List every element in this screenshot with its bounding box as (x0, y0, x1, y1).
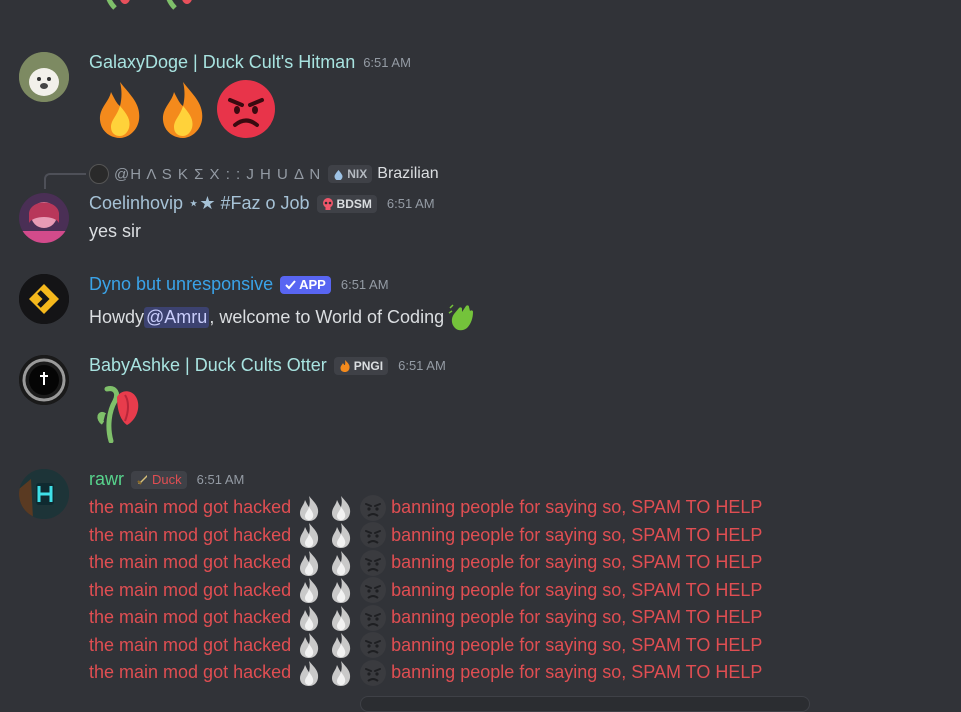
spam-text-part: the main mod got hacked (89, 497, 292, 517)
username[interactable]: Dyno but unresponsive (89, 274, 273, 295)
role-tag: BDSM (316, 194, 377, 213)
fire-emoji-icon (300, 523, 319, 548)
fire-emoji-icon (332, 660, 351, 686)
spam-text-part: the main mod got hacked (89, 607, 292, 627)
drop-icon (334, 169, 343, 180)
angry-face-emoji-icon (360, 577, 387, 603)
reply-role-tag: NIX (328, 165, 373, 183)
angry-face-emoji-icon (360, 549, 387, 576)
spam-text-part: the main mod got hacked (89, 634, 292, 655)
fire-emoji-icon (332, 495, 351, 521)
angry-face-emoji-icon (360, 604, 387, 631)
wilted-rose-emoji-icon (97, 386, 139, 444)
spam-line: the main mod got hacked banning people fo… (89, 522, 762, 549)
fire-emoji-icon (300, 633, 319, 658)
fire-emoji-icon (332, 605, 351, 631)
spam-emojis (293, 521, 389, 549)
skull-icon (322, 197, 333, 210)
avatar[interactable] (19, 469, 69, 519)
timestamp: 6:51 AM (196, 472, 245, 487)
angry-face-emoji-icon (360, 632, 387, 658)
spam-text-part: the main mod got hacked (89, 662, 292, 682)
reply-spine (44, 173, 86, 189)
role-tag: PNGI (333, 356, 389, 375)
message-emojis (89, 78, 289, 140)
message-header: GalaxyDoge | Duck Cult's Hitman 6:51 AM (89, 52, 411, 73)
message-text-part: Howdy (89, 306, 145, 327)
spam-line: the main mod got hacked banning people fo… (89, 494, 762, 521)
avatar[interactable] (19, 274, 69, 324)
jump-to-present-bar[interactable] (360, 696, 810, 712)
role-tag: Duck (131, 470, 187, 489)
spam-text-part: banning people for saying so, SPAM TO HE… (391, 524, 763, 545)
fire-emoji-icon (300, 660, 319, 686)
username[interactable]: BabyAshke | Duck Cults Otter (89, 355, 327, 376)
flower-emoji-icon (106, 0, 192, 10)
message-text: Howdy @Amru, welcome to World of Coding (89, 302, 477, 332)
spam-emojis (293, 659, 389, 687)
spam-emojis (293, 631, 389, 659)
spam-line: the main mod got hacked banning people fo… (89, 604, 762, 631)
fire-emoji-icon (162, 82, 203, 138)
app-badge: APP (280, 275, 331, 294)
spam-text-part: banning people for saying so, SPAM TO HE… (391, 634, 763, 655)
fire-emoji-icon (340, 359, 350, 372)
wave-hand-emoji-icon (448, 304, 474, 331)
timestamp: 6:51 AM (363, 55, 411, 70)
fire-emoji-icon (332, 578, 351, 603)
spam-text-part: the main mod got hacked (89, 524, 292, 545)
spam-text-part: the main mod got hacked (89, 552, 292, 572)
message-text-part: , welcome to World of Coding (209, 306, 445, 327)
avatar[interactable] (19, 52, 69, 102)
spam-text-part: banning people for saying so, SPAM TO HE… (391, 552, 763, 572)
message-header: Dyno but unresponsive APP 6:51 AM (89, 274, 389, 295)
fire-emoji-icon (332, 523, 351, 548)
angry-face-emoji-icon (360, 659, 387, 686)
spam-line: the main mod got hacked banning people fo… (89, 659, 762, 686)
spam-text-part: banning people for saying so, SPAM TO HE… (391, 579, 763, 600)
spam-emojis (293, 576, 389, 604)
reply-author[interactable]: @Η Λ S K Σ X : : J H U Δ N (114, 166, 321, 183)
previous-message-emojis (95, 0, 215, 22)
angry-face-emoji-icon (360, 494, 387, 521)
angry-face-emoji-icon (360, 522, 387, 548)
angry-face-emoji-icon (217, 80, 275, 138)
message-header: Coelinhovip ⋆★ #Faz o Job BDSM 6:51 AM (89, 193, 435, 214)
reply-preview[interactable]: @Η Λ S K Σ X : : J H U Δ N NIX Brazilian (89, 164, 439, 184)
spam-emojis (293, 494, 389, 522)
fire-emoji-icon (300, 605, 319, 631)
sword-icon (137, 475, 147, 485)
fire-emoji-icon (300, 495, 319, 521)
spam-text-part: banning people for saying so, SPAM TO HE… (391, 662, 763, 682)
timestamp: 6:51 AM (398, 358, 446, 373)
spam-emojis (293, 604, 389, 632)
message-emoji (95, 381, 147, 444)
spam-text-part: banning people for saying so, SPAM TO HE… (391, 607, 763, 627)
message-text: yes sir (89, 221, 142, 241)
fire-emoji-icon (99, 82, 140, 138)
reply-avatar (89, 164, 109, 184)
message-header: rawr Duck 6:51 AM (89, 469, 244, 490)
reply-text: Brazilian (377, 165, 439, 182)
timestamp: 6:51 AM (386, 196, 435, 211)
message-header: BabyAshke | Duck Cults Otter PNGI 6:51 A… (89, 355, 446, 376)
username[interactable]: rawr (89, 469, 124, 490)
check-icon (285, 280, 296, 290)
spam-line: the main mod got hacked banning people fo… (89, 577, 762, 604)
fire-emoji-icon (300, 578, 319, 603)
spam-line: the main mod got hacked banning people fo… (89, 549, 762, 576)
spam-text-part: the main mod got hacked (89, 579, 292, 600)
avatar[interactable] (19, 193, 69, 243)
timestamp: 6:51 AM (340, 277, 389, 292)
spam-text-part: banning people for saying so, SPAM TO HE… (391, 497, 763, 517)
username[interactable]: GalaxyDoge | Duck Cult's Hitman (89, 52, 355, 73)
spam-line: the main mod got hacked banning people fo… (89, 632, 762, 659)
user-mention[interactable]: @Amru (144, 306, 210, 328)
username[interactable]: Coelinhovip ⋆★ #Faz o Job (89, 193, 310, 214)
spam-emojis (293, 549, 389, 577)
fire-emoji-icon (332, 550, 351, 576)
fire-emoji-icon (300, 550, 319, 576)
fire-emoji-icon (332, 633, 351, 658)
avatar[interactable] (19, 355, 69, 405)
